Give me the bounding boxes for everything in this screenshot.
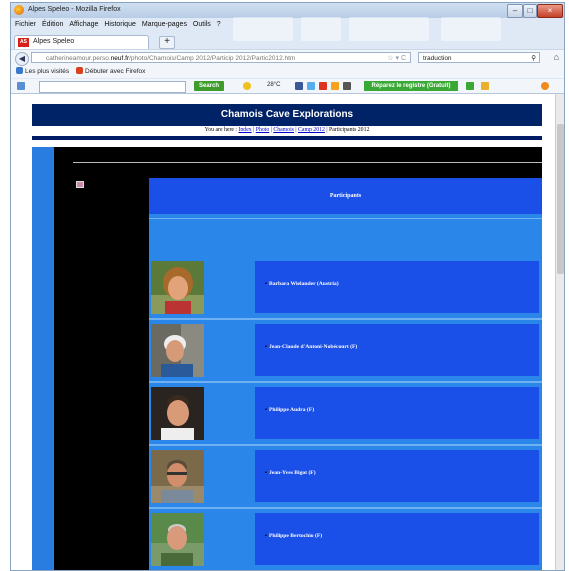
participant-name: Jean-Claude d'Antoni-Nobécourt (F) (265, 344, 357, 350)
row-separator (149, 318, 542, 320)
page-banner: Chamois Cave Explorations (32, 104, 542, 126)
bookmark-getting-started[interactable]: Débuter avec Firefox (76, 67, 145, 75)
amazon-icon[interactable] (343, 82, 351, 90)
firefox-logo-icon (14, 5, 24, 15)
web-page-content: Chamois Cave Explorations You are here :… (11, 94, 555, 570)
bookmark-most-visited[interactable]: Les plus visités (16, 67, 69, 75)
addon-green-icon[interactable] (466, 82, 474, 90)
menu-edition[interactable]: Édition (42, 19, 63, 31)
row-separator (149, 444, 542, 446)
home-icon[interactable]: ⌂ (554, 52, 559, 62)
search-icon[interactable]: ⚲ (531, 53, 536, 64)
menu-outils[interactable]: Outils (193, 19, 211, 31)
back-arrow-icon[interactable]: ◀ (15, 52, 29, 66)
weather-widget-icon[interactable] (331, 82, 339, 90)
breadcrumb: You are here : Index | Photo | Chamois |… (204, 127, 370, 133)
table-row: Jean-Claude d'Antoni-Nobécourt (F) (149, 321, 542, 383)
row-separator (149, 507, 542, 509)
bookmarks-bar: Les plus visités Débuter avec Firefox (11, 66, 564, 78)
left-strip (32, 147, 54, 570)
participant-name-cell: Jean-Yves Bigot (F) (255, 450, 539, 502)
breadcrumb-link-chamois[interactable]: Chamois (273, 127, 294, 133)
close-button[interactable]: × (537, 4, 563, 18)
participant-name: Jean-Yves Bigot (F) (265, 470, 316, 476)
minimize-button[interactable]: – (507, 4, 523, 18)
menu-historique[interactable]: Historique (104, 19, 136, 31)
vertical-scrollbar[interactable] (555, 94, 564, 570)
browser-window: Alpes Speleo - Mozilla Firefox – □ × Fic… (10, 2, 565, 571)
toolbar-search-button[interactable]: Search (194, 81, 224, 91)
search-input[interactable]: traduction ⚲ (418, 52, 540, 63)
participant-name-cell: Jean-Claude d'Antoni-Nobécourt (F) (255, 324, 539, 376)
tab-bar: AS Alpes Speleo + (11, 33, 564, 49)
menu-marque-pages[interactable]: Marque-pages (142, 19, 187, 31)
menu-affichage[interactable]: Affichage (69, 19, 98, 31)
scrollbar-thumb[interactable] (557, 124, 564, 274)
bookmark-folder-icon (16, 67, 23, 74)
tab-alpes-speleo[interactable]: AS Alpes Speleo (14, 35, 149, 49)
breadcrumb-link-index[interactable]: Index (238, 127, 251, 133)
menu-fichier[interactable]: Fichier (15, 19, 36, 31)
participant-photo[interactable] (151, 261, 204, 314)
addon-toolbar: Search 28°C Réparez le registre (Gratuit… (11, 79, 564, 94)
participant-name: Philippe Bertochio (F) (265, 533, 322, 539)
window-title: Alpes Speleo - Mozilla Firefox (28, 6, 121, 13)
toolbar-logo-icon (17, 82, 25, 90)
participant-name: Philippe Audra (F) (265, 407, 314, 413)
participant-name-cell: Philippe Bertochio (F) (255, 513, 539, 565)
new-tab-button[interactable]: + (159, 36, 175, 49)
participant-name-cell: Philippe Audra (F) (255, 387, 539, 439)
header-rule (32, 136, 542, 140)
maximize-button[interactable]: □ (523, 4, 537, 18)
url-bar[interactable]: catherineamour.perso.neuf.fr/photo/Chamo… (31, 52, 411, 63)
url-prefix: catherineamour.perso. (46, 55, 111, 62)
menu-bar: Fichier Édition Affichage Historique Mar… (11, 19, 564, 31)
youtube-icon[interactable] (319, 82, 327, 90)
table-header: Participants (149, 178, 542, 214)
participant-photo[interactable] (151, 324, 204, 377)
temperature-label: 28°C (267, 82, 281, 88)
url-path: /photo/Chamois/Camp 2012/Particip 2012/P… (129, 55, 296, 62)
horizontal-line (73, 162, 542, 163)
participant-name-cell: Barbara Wielander (Austria) (255, 261, 539, 313)
table-row: Jean-Yves Bigot (F) (149, 447, 542, 509)
addon-orange-icon[interactable] (541, 82, 549, 90)
navigation-bar: ◀ catherineamour.perso.neuf.fr/photo/Cha… (11, 49, 564, 66)
participant-name: Barbara Wielander (Austria) (265, 281, 339, 287)
table-row: Barbara Wielander (Austria) (149, 258, 542, 320)
bookmark-star-icon[interactable]: ☆ ▾ C (387, 53, 406, 62)
breadcrumb-link-photo[interactable]: Photo (256, 127, 270, 133)
flag-image (76, 181, 84, 188)
toolbar-search-input[interactable] (39, 81, 186, 93)
table-row: Philippe Audra (F) (149, 384, 542, 446)
repair-registry-button[interactable]: Réparez le registre (Gratuit) (364, 81, 458, 91)
row-separator (149, 381, 542, 383)
twitter-icon[interactable] (307, 82, 315, 90)
breadcrumb-current: Participants 2012 (328, 127, 370, 133)
table-subheader (149, 218, 542, 257)
menu-help[interactable]: ? (217, 19, 221, 31)
breadcrumb-link-camp-2012[interactable]: Camp 2012 (298, 127, 325, 133)
participant-photo[interactable] (151, 450, 204, 503)
breadcrumb-prefix: You are here : (204, 127, 238, 133)
participant-photo[interactable] (151, 513, 204, 566)
table-row: Philippe Bertochio (F) (149, 510, 542, 570)
participant-photo[interactable] (151, 387, 204, 440)
facebook-icon[interactable] (295, 82, 303, 90)
mail-icon[interactable] (481, 82, 489, 90)
firefox-bookmark-icon (76, 67, 84, 74)
search-value: traduction (423, 55, 452, 62)
url-domain: neuf.fr (110, 55, 130, 62)
site-favicon-icon: AS (18, 38, 29, 47)
title-bar: Alpes Speleo - Mozilla Firefox – □ × (11, 3, 564, 18)
tab-label: Alpes Speleo (33, 38, 75, 45)
weather-icon (243, 82, 251, 90)
